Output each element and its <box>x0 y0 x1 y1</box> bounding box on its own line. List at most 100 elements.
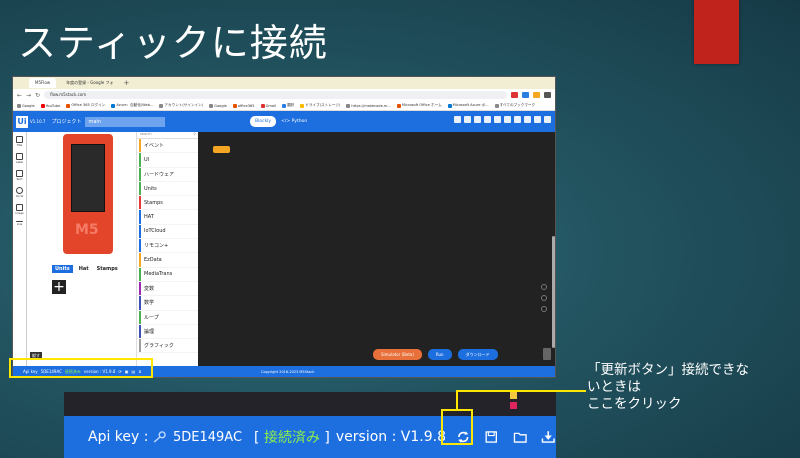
profile-icon[interactable] <box>544 92 551 98</box>
bookmark-item[interactable]: Azure：自動化/Web... <box>111 103 153 108</box>
bookmark-item[interactable]: 翻訳 <box>282 103 294 108</box>
zoom-reset-icon[interactable] <box>541 284 547 290</box>
circle-tool-icon[interactable] <box>16 187 23 194</box>
category-item[interactable]: ハードウェア <box>137 167 198 182</box>
save-icon[interactable] <box>484 428 499 446</box>
extension-icon[interactable] <box>533 92 540 98</box>
callout-line <box>456 390 458 410</box>
tab-units[interactable]: Units <box>52 265 73 273</box>
line-tool-icon[interactable] <box>16 221 23 222</box>
refresh-highlight-box <box>441 409 473 445</box>
setup-block[interactable] <box>213 146 230 153</box>
bookmarks-bar: Google YouTube Office 365 ログイン Azure：自動化… <box>13 101 555 111</box>
bookmark-item[interactable]: Google <box>17 103 35 108</box>
blockly-mode-button[interactable]: Blockly <box>250 116 277 127</box>
image-tool-icon[interactable] <box>16 204 23 211</box>
save-icon[interactable] <box>524 116 531 123</box>
uiflow-header: Ui V1.10.7 プロジェクト main Blockly </> Pytho… <box>13 111 555 132</box>
simulator-button[interactable]: Simulator (Beta) <box>373 349 422 360</box>
zoom-in-icon[interactable] <box>541 295 547 301</box>
url-input[interactable]: flow.m5stack.com <box>44 91 507 99</box>
category-item[interactable]: IoTCloud <box>137 224 198 240</box>
bookmark-item[interactable]: https://makecode.m... <box>346 103 391 108</box>
uiflow-logo: Ui <box>16 115 28 128</box>
bookmark-item[interactable]: Office 365 ログイン <box>66 103 105 108</box>
new-file-icon[interactable] <box>504 116 511 123</box>
tab-hat[interactable]: Hat <box>77 265 91 273</box>
category-item[interactable]: Units <box>137 181 198 197</box>
category-item[interactable]: Stamps <box>137 196 198 211</box>
category-item[interactable]: リモコン+ <box>137 239 198 254</box>
uiflow-version: V1.10.7 <box>30 119 46 124</box>
category-item[interactable]: グラフィック <box>137 339 198 354</box>
browser-tab[interactable]: 年度の登録 - Google フォ <box>60 78 119 88</box>
annotation-note: 「更新ボタン」接続できな いときは ここをクリック <box>587 362 749 413</box>
project-name-input[interactable]: main <box>85 116 166 127</box>
category-item[interactable]: ループ <box>137 310 198 325</box>
run-button[interactable]: Run <box>427 349 452 360</box>
redo-icon[interactable] <box>494 116 501 123</box>
new-tab-button[interactable]: + <box>124 78 130 88</box>
browser-window-screenshot: M5Flow 年度の登録 - Google フォ + ← → ↻ flow.m5… <box>12 76 556 378</box>
mode-toggle: Blockly </> Python <box>250 116 312 127</box>
back-icon[interactable]: ← <box>17 92 22 99</box>
bookmark-item[interactable]: YouTube <box>40 103 60 108</box>
marker <box>510 392 517 399</box>
bookmark-item[interactable]: Microsoft Office ホーム <box>396 103 442 108</box>
download-icon[interactable] <box>534 116 541 123</box>
marker <box>510 402 517 409</box>
reload-icon[interactable]: ↻ <box>35 92 40 99</box>
title-tool-icon[interactable] <box>16 136 23 143</box>
category-item[interactable]: 数学 <box>137 296 198 311</box>
block-search[interactable]: search ⚲ <box>137 132 198 139</box>
browser-tab-bar: M5Flow 年度の登録 - Google フォ + <box>13 77 555 89</box>
bookmark-item[interactable]: Gmail <box>260 103 276 108</box>
category-item[interactable]: 論理 <box>137 324 198 340</box>
open-file-icon[interactable] <box>514 116 521 123</box>
settings-icon[interactable] <box>464 116 471 123</box>
block-categories: search ⚲ イベント UI ハードウェア Units Stamps HAT … <box>136 132 198 368</box>
extension-icon[interactable] <box>511 92 518 98</box>
category-item[interactable]: 変数 <box>137 281 198 297</box>
download-icon[interactable] <box>541 428 556 446</box>
category-item[interactable]: UI <box>137 153 198 168</box>
extension-icon[interactable] <box>522 92 529 98</box>
folder-icon[interactable] <box>513 428 528 446</box>
example-icon[interactable] <box>474 116 481 123</box>
bookmark-item[interactable]: アカウント(サインイン) <box>159 103 203 108</box>
category-item[interactable]: HAT <box>137 210 198 225</box>
search-placeholder: search <box>140 132 152 136</box>
zoomed-status-bar: Api key : 5DE149AC [ 接続済み ] version : V1… <box>64 392 556 458</box>
menu-icon[interactable] <box>544 116 551 123</box>
label-tool-icon[interactable] <box>16 153 23 160</box>
api-key-value: 5DE149AC <box>172 429 243 445</box>
category-item[interactable]: イベント <box>137 139 198 154</box>
undo-icon[interactable] <box>484 116 491 123</box>
tab-stamps[interactable]: Stamps <box>95 265 120 273</box>
category-item[interactable]: MediaTrans <box>137 267 198 282</box>
forward-icon[interactable]: → <box>26 92 31 99</box>
device-screen[interactable] <box>71 144 105 212</box>
block-canvas[interactable]: Simulator (Beta) Run ダウンロード <box>198 132 555 368</box>
bookmark-item[interactable]: Google <box>209 103 227 108</box>
bookmark-item[interactable]: office365 <box>232 103 255 108</box>
python-mode-button[interactable]: </> Python <box>276 116 312 127</box>
download-button[interactable]: ダウンロード <box>457 349 498 360</box>
bookmark-item[interactable]: ドライブ(ストレージ) <box>300 103 340 108</box>
status-highlight-box <box>9 358 153 378</box>
zoom-out-icon[interactable] <box>541 306 547 312</box>
tool-label: Circle <box>15 195 24 198</box>
tool-label: Rect <box>16 178 23 181</box>
connection-status-text: 接続済み <box>263 430 320 446</box>
bookmark-item[interactable]: すべてのブックマーク <box>494 103 535 108</box>
bookmark-item[interactable]: Microsoft Azure ポ... <box>447 103 489 108</box>
api-key-label: Api key : <box>88 429 149 445</box>
trash-icon[interactable] <box>543 348 551 360</box>
add-unit-button[interactable]: + <box>52 280 66 294</box>
rect-tool-icon[interactable] <box>16 170 23 177</box>
slide-title: スティックに接続 <box>18 21 328 65</box>
category-item[interactable]: EzData <box>137 253 198 268</box>
canvas-scrollbar[interactable] <box>552 236 555 348</box>
user-icon[interactable] <box>454 116 461 123</box>
browser-tab[interactable]: M5Flow <box>29 78 57 88</box>
